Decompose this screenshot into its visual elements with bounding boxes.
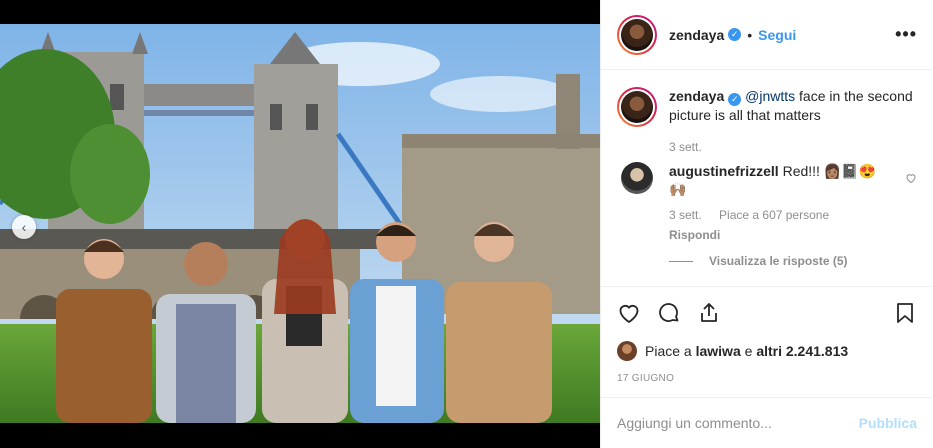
likes-prefix: Piace a	[645, 343, 692, 359]
caption-mention-link[interactable]: @jnwtts	[745, 88, 795, 104]
likes-conjunction: e	[744, 343, 753, 359]
caption-avatar[interactable]	[617, 87, 657, 127]
liker-avatar[interactable]	[617, 341, 637, 361]
like-heart-icon[interactable]	[617, 301, 641, 325]
caption: zendaya ✓ @jnwtts face in the second pict…	[617, 87, 917, 156]
view-replies-button[interactable]: Visualizza le risposte (5)	[669, 254, 917, 268]
comment-input[interactable]	[617, 415, 859, 431]
previous-photo-button[interactable]: ‹	[12, 215, 36, 239]
likes-summary: Piace a lawiwa e altri 2.241.813	[617, 341, 917, 361]
post-actions: Piace a lawiwa e altri 2.241.813 17 GIUG…	[601, 286, 933, 384]
share-icon[interactable]	[697, 301, 721, 325]
comment-like-heart-icon[interactable]	[905, 172, 917, 187]
likes-others-link[interactable]: altri 2.241.813	[756, 343, 848, 359]
verified-badge-icon: ✓	[728, 28, 742, 41]
comment-time[interactable]: 3 sett.	[669, 208, 702, 222]
add-comment-bar: Pubblica	[601, 397, 933, 448]
post-header: zendaya ✓ • Segui •••	[601, 0, 933, 70]
caption-username[interactable]: zendaya	[669, 88, 724, 104]
view-replies-label: Visualizza le risposte (5)	[709, 254, 848, 268]
follow-button[interactable]: Segui	[758, 27, 796, 43]
reply-button[interactable]: Rispondi	[669, 226, 879, 244]
verified-badge-icon: ✓	[728, 93, 742, 106]
post-media: ‹	[0, 0, 600, 448]
cast-photo-image	[0, 24, 600, 423]
post-photo[interactable]	[0, 24, 600, 423]
publish-button[interactable]: Pubblica	[859, 415, 917, 431]
comment-bubble-icon[interactable]	[657, 301, 681, 325]
post-date[interactable]: 17 GIUGNO	[617, 373, 917, 384]
header-separator: •	[747, 26, 753, 43]
author-username[interactable]: zendaya	[669, 27, 724, 43]
commenter-username[interactable]: augustinefrizzell	[669, 163, 779, 179]
liker-username[interactable]: lawiwa	[696, 343, 741, 359]
comment-item: augustinefrizzell Red!!! 👩🏽📓😍🙌🏽 3 sett. …	[617, 162, 917, 244]
replies-divider	[669, 260, 693, 262]
author-avatar[interactable]	[617, 14, 657, 55]
bookmark-icon[interactable]	[893, 301, 917, 325]
post-sidebar: zendaya ✓ • Segui ••• zendaya ✓ @jnwtts f…	[600, 0, 933, 448]
chevron-left-icon: ‹	[21, 219, 27, 235]
commenter-avatar[interactable]	[621, 162, 653, 194]
caption-time[interactable]: 3 sett.	[669, 140, 702, 154]
comments-section: zendaya ✓ @jnwtts face in the second pict…	[601, 71, 933, 286]
more-options-icon[interactable]: •••	[895, 24, 917, 45]
comment-likes[interactable]: Piace a 607 persone	[719, 208, 829, 222]
